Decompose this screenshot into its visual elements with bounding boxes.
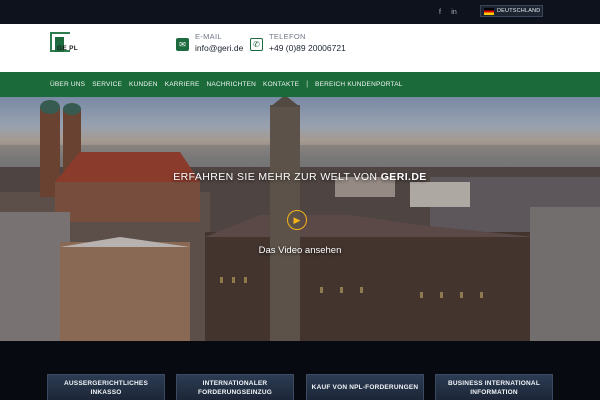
phone-label: TELEFON	[269, 32, 306, 41]
language-selector[interactable]: DEUTSCHLAND	[480, 5, 543, 17]
nav-item-ueber-uns[interactable]: ÜBER UNS	[50, 81, 85, 88]
hero-title-text: ERFAHREN SIE MEHR ZUR WELT VON	[173, 171, 381, 183]
nav-item-service[interactable]: SERVICE	[92, 81, 122, 88]
site-header: GE PL ✉ E-MAIL info@geri.de ✆ TELEFON +4…	[0, 24, 600, 72]
phone-icon: ✆	[250, 38, 263, 51]
service-card-npl[interactable]: KAUF VON NPL-FORDERUNGEN	[306, 374, 424, 400]
phone-link[interactable]: +49 (0)89 20006721	[269, 42, 346, 54]
facebook-icon[interactable]: f	[433, 0, 447, 24]
service-card-label: KAUF VON NPL-FORDERUNGEN	[311, 384, 419, 391]
service-card-label: INTERNATIONALER FORDERUNGSEINZUG	[198, 379, 272, 396]
envelope-icon: ✉	[176, 38, 189, 51]
hero-title: ERFAHREN SIE MEHR ZUR WELT VON GERI.DE	[0, 171, 600, 183]
nav-item-kunden[interactable]: KUNDEN	[129, 81, 158, 88]
language-label: DEUTSCHLAND	[497, 8, 541, 14]
nav-item-karriere[interactable]: KARRIERE	[165, 81, 200, 88]
nav-item-kontakte[interactable]: KONTAKTE	[263, 81, 299, 88]
logo-text: GE PL	[57, 45, 79, 52]
logo[interactable]: GE PL	[50, 32, 82, 58]
german-flag-icon	[484, 7, 494, 15]
play-video-button[interactable]: ▶	[287, 210, 307, 230]
email-label: E-MAIL	[195, 32, 222, 41]
linkedin-icon[interactable]: in	[447, 0, 461, 24]
nav-item-nachrichten[interactable]: NACHRICHTEN	[207, 81, 257, 88]
service-card-business-information[interactable]: BUSINESS INTERNATIONAL INFORMATION	[435, 374, 553, 400]
hero-banner: ERFAHREN SIE MEHR ZUR WELT VON GERI.DE ▶…	[0, 97, 600, 341]
services-strip: AUSSERGERICHTLICHES INKASSO INTERNATIONA…	[0, 341, 600, 400]
nav-separator: |	[306, 81, 309, 88]
main-nav: ÜBER UNS SERVICE KUNDEN KARRIERE NACHRIC…	[0, 72, 600, 97]
service-card-label: BUSINESS INTERNATIONAL INFORMATION	[447, 379, 541, 396]
top-bar: f in DEUTSCHLAND	[0, 0, 600, 24]
phone-contact[interactable]: ✆ TELEFON +49 (0)89 20006721	[250, 32, 346, 60]
service-card-forderungseinzug[interactable]: INTERNATIONALER FORDERUNGSEINZUG	[176, 374, 294, 400]
service-card-inkasso[interactable]: AUSSERGERICHTLICHES INKASSO	[47, 374, 165, 400]
service-card-label: AUSSERGERICHTLICHES INKASSO	[64, 379, 148, 396]
email-contact[interactable]: ✉ E-MAIL info@geri.de	[176, 32, 243, 60]
email-link[interactable]: info@geri.de	[195, 42, 243, 54]
hero-title-brand: GERI.DE	[380, 171, 427, 183]
watch-video-link[interactable]: Das Video ansehen	[0, 245, 600, 256]
nav-item-kundenportal[interactable]: BEREICH KUNDENPORTAL	[315, 81, 403, 88]
play-icon: ▶	[293, 214, 301, 225]
